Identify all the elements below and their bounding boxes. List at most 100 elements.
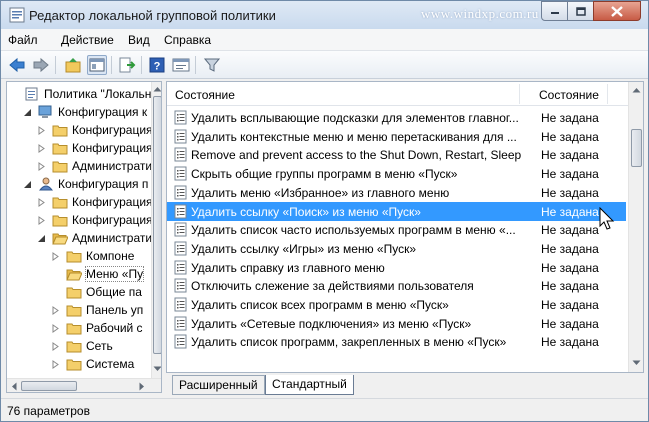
scroll-left-icon[interactable] xyxy=(11,382,17,391)
policy-icon xyxy=(24,87,40,101)
forward-arrow-icon xyxy=(33,57,49,73)
policy-row[interactable]: Удалить справку из главного меню Не задан… xyxy=(167,258,626,277)
tree-node[interactable]: Общие па xyxy=(51,283,142,301)
properties-icon xyxy=(172,58,190,72)
maximize-button[interactable] xyxy=(567,1,594,21)
policy-state: Не задана xyxy=(541,167,599,182)
collapsed-arrow-icon[interactable] xyxy=(37,215,46,225)
tab-extended[interactable]: Расширенный xyxy=(172,375,265,395)
tree-node[interactable]: Конфигурация xyxy=(37,121,153,139)
scroll-right-icon[interactable] xyxy=(139,382,145,391)
policy-row[interactable]: Удалить ссылку «Поиск» из меню «Пуск» Не … xyxy=(167,201,626,221)
close-button[interactable] xyxy=(593,1,641,21)
tree-node[interactable]: Конфигурация xyxy=(37,139,153,157)
policy-name: Удалить список часто используемых програ… xyxy=(191,223,516,238)
up-one-level-button[interactable] xyxy=(63,55,83,75)
column-divider[interactable] xyxy=(519,84,520,104)
folder-open-icon xyxy=(66,267,82,281)
minimize-button[interactable] xyxy=(541,1,568,21)
help-button[interactable]: ? xyxy=(147,55,167,75)
tree-node[interactable]: Система xyxy=(51,355,134,373)
back-button[interactable] xyxy=(7,55,27,75)
tree-hscroll-thumb[interactable] xyxy=(21,381,77,391)
list-vertical-scrollbar[interactable] xyxy=(628,82,643,372)
forward-button[interactable] xyxy=(31,55,51,75)
list-scroll-thumb[interactable] xyxy=(631,129,642,167)
tree-node[interactable]: Рабочий с xyxy=(51,319,143,337)
policy-row[interactable]: Удалить меню «Избранное» из главного мен… xyxy=(167,183,626,202)
policy-state: Не задана xyxy=(541,316,599,331)
tree-node[interactable]: Сеть xyxy=(51,337,113,355)
tree-node[interactable]: Конфигурация п xyxy=(23,175,148,193)
collapsed-arrow-icon[interactable] xyxy=(37,125,46,135)
tree-scroll-thumb[interactable] xyxy=(153,96,161,354)
tree-node[interactable]: Политика "Локальный xyxy=(9,85,162,103)
tree-horizontal-scrollbar[interactable] xyxy=(7,378,161,392)
policy-row[interactable]: Remove and prevent access to the Shut Do… xyxy=(167,145,626,164)
policy-name: Удалить контекстные меню и меню перетаск… xyxy=(191,129,517,144)
filter-button[interactable] xyxy=(202,55,222,75)
menu-view[interactable]: Вид xyxy=(128,33,150,47)
menu-help[interactable]: Справка xyxy=(164,33,211,47)
tree-node-label: Политика "Локальный xyxy=(44,87,162,101)
tree-node[interactable]: Администрати xyxy=(37,229,152,247)
export-list-icon xyxy=(119,57,136,73)
policy-row[interactable]: Удалить всплывающие подсказки для элемен… xyxy=(167,108,626,127)
folder-icon xyxy=(66,321,82,335)
policy-setting-icon xyxy=(174,316,187,331)
show-hide-tree-button[interactable] xyxy=(87,55,107,75)
expanded-arrow-icon[interactable] xyxy=(23,108,32,117)
folder-icon xyxy=(66,285,82,299)
menu-file[interactable]: Файл xyxy=(8,33,38,47)
policy-name: Удалить справку из главного меню xyxy=(191,260,385,275)
policy-setting-icon xyxy=(174,185,187,200)
show-hide-tree-icon xyxy=(89,58,105,72)
scroll-up-icon[interactable] xyxy=(153,86,162,92)
menu-action[interactable]: Действие xyxy=(61,33,114,47)
collapsed-arrow-icon[interactable] xyxy=(37,143,46,153)
scroll-up-icon[interactable] xyxy=(632,87,641,93)
policy-row[interactable]: Удалить контекстные меню и меню перетаск… xyxy=(167,127,626,146)
policy-row[interactable]: Отключить слежение за действиями пользов… xyxy=(167,276,626,295)
collapsed-arrow-icon[interactable] xyxy=(51,341,60,351)
column-divider[interactable] xyxy=(607,84,608,104)
column-header-state[interactable]: Состояние xyxy=(539,88,599,102)
scroll-down-icon[interactable] xyxy=(632,360,641,366)
policy-row[interactable]: Удалить «Сетевые подключения» из меню «П… xyxy=(167,314,626,333)
policy-row[interactable]: Удалить список программ, закрепленных в … xyxy=(167,332,626,351)
tree-node[interactable]: Конфигурация xyxy=(37,211,153,229)
tree-pane: Политика "Локальный Конфигурация к Конфигу… xyxy=(6,81,162,393)
tree-node[interactable]: Меню «Пу xyxy=(51,265,145,283)
policy-row[interactable]: Удалить ссылку «Игры» из меню «Пуск» Не з… xyxy=(167,239,626,258)
tree-node[interactable]: Конфигурация xyxy=(37,193,153,211)
gpedit-app-icon xyxy=(9,7,25,23)
tab-standard[interactable]: Стандартный xyxy=(265,375,354,395)
tree-node[interactable]: Панель уп xyxy=(51,301,143,319)
scroll-down-icon[interactable] xyxy=(153,366,162,372)
tree-node[interactable]: Компоне xyxy=(51,247,134,265)
policy-name: Удалить «Сетевые подключения» из меню «П… xyxy=(191,316,472,331)
collapsed-arrow-icon[interactable] xyxy=(51,305,60,315)
collapsed-arrow-icon[interactable] xyxy=(51,323,60,333)
toolbar-separator xyxy=(195,56,196,74)
tree-node[interactable]: Конфигурация к xyxy=(23,103,147,121)
export-list-button[interactable] xyxy=(117,55,137,75)
expanded-arrow-icon[interactable] xyxy=(23,180,32,189)
policy-row[interactable]: Скрыть общие группы программ в меню «Пус… xyxy=(167,164,626,183)
properties-button[interactable] xyxy=(171,55,191,75)
expanded-arrow-icon[interactable] xyxy=(37,234,46,243)
policy-row[interactable]: Удалить список всех программ в меню «Пус… xyxy=(167,295,626,314)
tree-vertical-scrollbar[interactable] xyxy=(151,82,162,378)
collapsed-arrow-icon[interactable] xyxy=(51,251,60,261)
collapsed-arrow-icon[interactable] xyxy=(37,197,46,207)
tree-node[interactable]: Администрати xyxy=(37,157,152,175)
close-icon xyxy=(611,5,623,17)
policy-state: Не задана xyxy=(541,111,599,125)
policy-row[interactable]: Удалить список часто используемых програ… xyxy=(167,220,626,239)
column-header-setting[interactable]: Состояние xyxy=(175,88,235,102)
collapsed-arrow-icon[interactable] xyxy=(37,161,46,171)
collapsed-arrow-icon[interactable] xyxy=(51,359,60,369)
